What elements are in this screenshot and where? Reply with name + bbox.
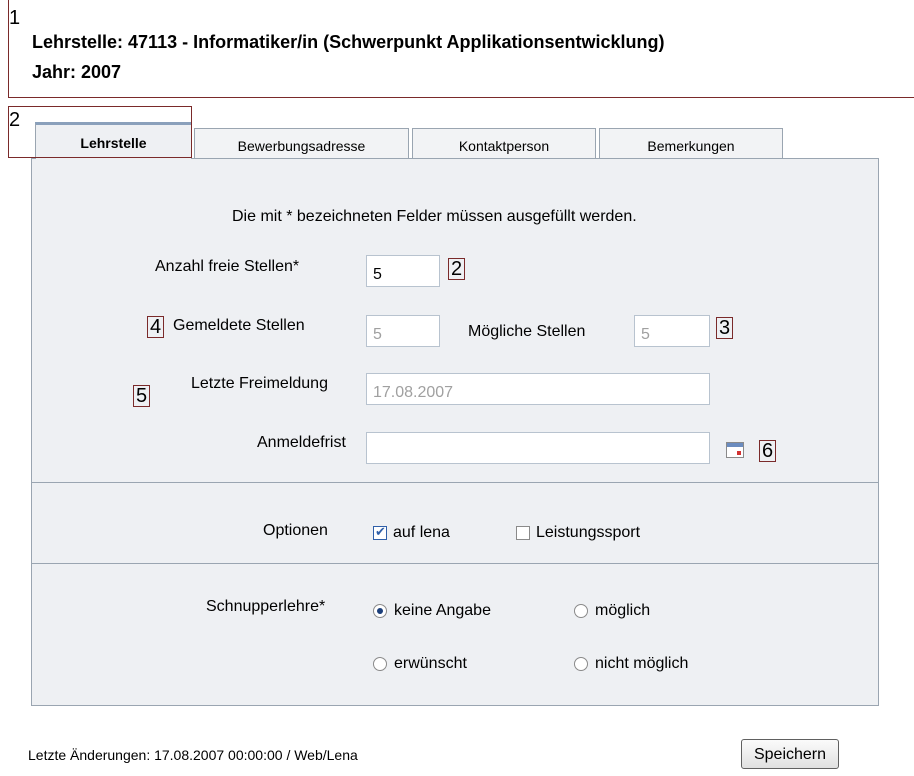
radio-nicht-moeglich-label: nicht möglich — [595, 655, 689, 672]
radio-keine-angabe[interactable] — [373, 604, 387, 618]
moegliche-label: Mögliche Stellen — [468, 323, 586, 340]
checkbox-leistungssport-label: Leistungssport — [536, 524, 641, 541]
moegliche-input — [634, 315, 710, 347]
page-year: Jahr: 2007 — [32, 62, 122, 82]
radio-erwuenscht-label: erwünscht — [394, 655, 467, 672]
checkbox-auf-lena-label: auf lena — [393, 524, 450, 541]
radio-nicht-moeglich[interactable] — [574, 657, 588, 671]
annotation-marker-3: 3 — [716, 317, 734, 339]
radio-erwuenscht[interactable] — [373, 657, 387, 671]
active-tab-highlight — [8, 106, 192, 158]
checkbox-leistungssport[interactable] — [516, 526, 530, 540]
optionen-label: Optionen — [263, 522, 328, 539]
schnupperlehre-label: Schnupperlehre* — [206, 598, 326, 615]
checkbox-auf-lena[interactable] — [373, 524, 387, 540]
radio-moeglich-label: möglich — [595, 602, 651, 619]
page-title: Lehrstelle: 47113 - Informatiker/in (Sch… — [32, 32, 665, 52]
section-divider-1 — [31, 482, 879, 483]
last-change-info: Letzte Änderungen: 17.08.2007 00:00:00 /… — [28, 747, 358, 763]
annotation-marker-2: 2 — [448, 258, 466, 280]
annotation-marker-4: 4 — [147, 316, 165, 338]
freimeldung-label: Letzte Freimeldung — [191, 375, 328, 392]
gemeldete-label: Gemeldete Stellen — [173, 317, 305, 334]
save-button[interactable]: Speichern — [741, 739, 839, 769]
radio-moeglich[interactable] — [574, 604, 588, 618]
anzahl-label: Anzahl freie Stellen* — [155, 258, 300, 275]
anmeldefrist-label: Anmeldefrist — [257, 434, 346, 451]
annotation-marker-2-tabs: 2 — [9, 109, 21, 131]
annotation-marker-1: 1 — [9, 7, 21, 29]
tab-bewerbungsadresse[interactable]: Bewerbungsadresse — [194, 128, 409, 158]
anmeldefrist-input[interactable] — [366, 432, 710, 464]
tab-kontaktperson[interactable]: Kontaktperson — [412, 128, 596, 158]
required-hint: Die mit * bezeichneten Felder müssen aus… — [232, 208, 637, 225]
tab-bemerkungen[interactable]: Bemerkungen — [599, 128, 783, 158]
anzahl-input[interactable] — [366, 255, 440, 287]
annotation-marker-5: 5 — [133, 385, 151, 407]
annotation-marker-6: 6 — [759, 440, 777, 462]
section-divider-2 — [31, 563, 879, 564]
freimeldung-input — [366, 373, 710, 405]
radio-keine-angabe-label: keine Angabe — [394, 602, 491, 619]
calendar-icon[interactable] — [726, 442, 744, 458]
gemeldete-input — [366, 315, 440, 347]
